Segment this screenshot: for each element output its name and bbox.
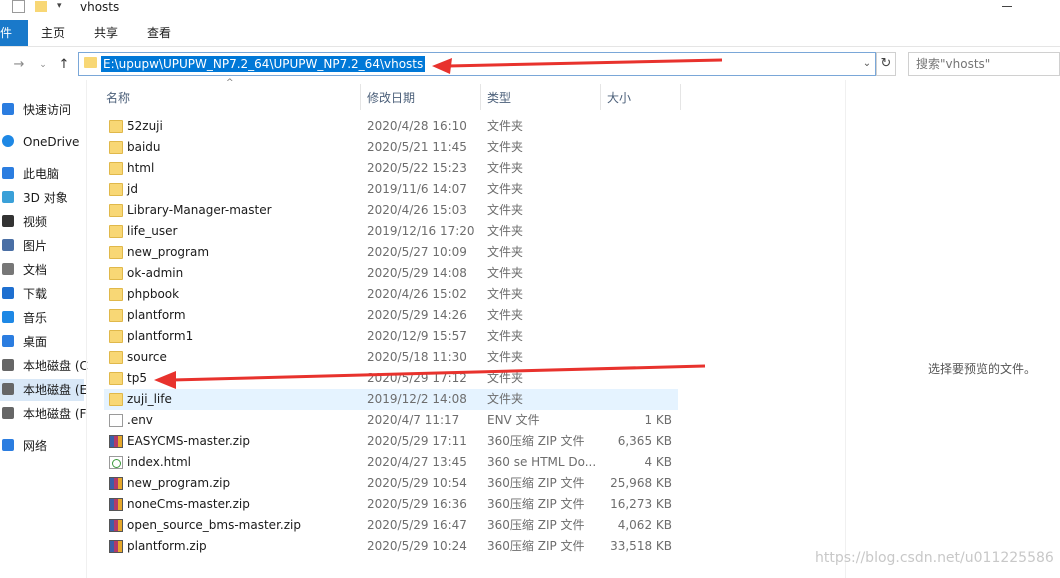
- arrow-to-address: [432, 58, 723, 74]
- annotation-arrows: [154, 58, 723, 389]
- arrow-to-tp5: [154, 364, 706, 389]
